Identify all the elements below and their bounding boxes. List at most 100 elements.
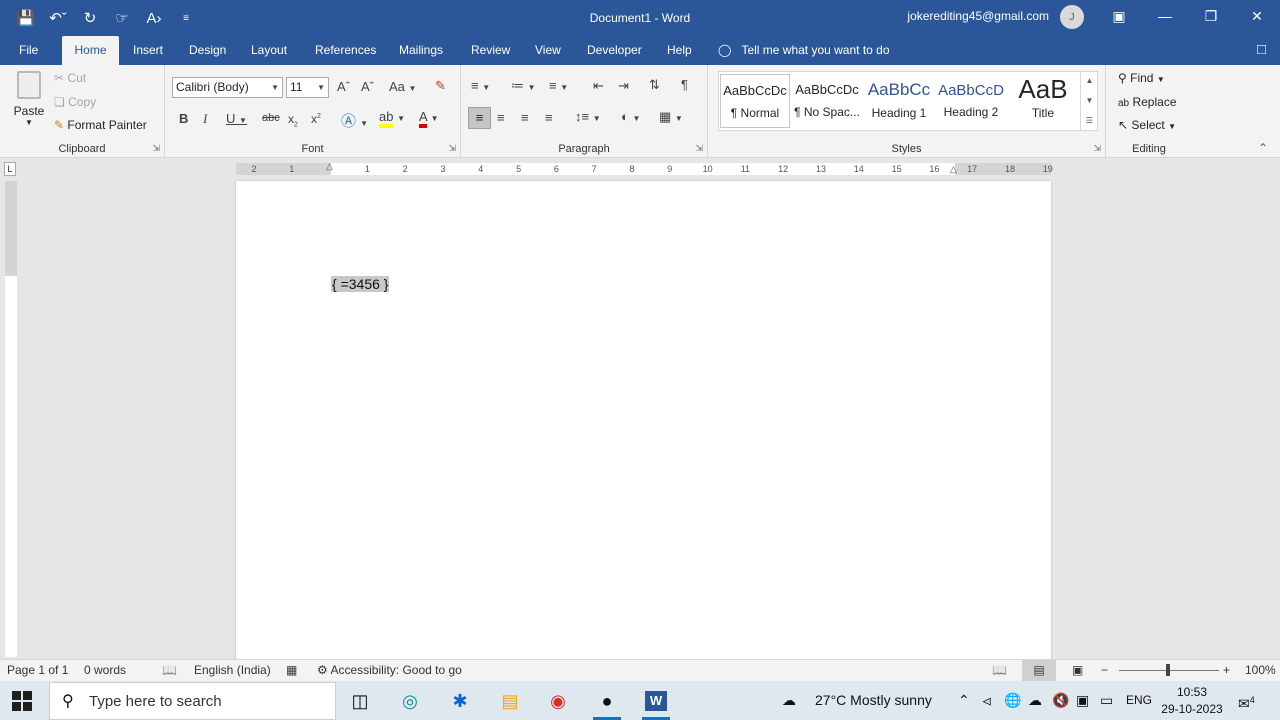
cloud-icon[interactable]: ☁ <box>1028 681 1042 720</box>
minimize-icon[interactable]: — <box>1142 0 1188 32</box>
notifications-icon[interactable]: ✉4 <box>1238 681 1255 720</box>
align-center-icon[interactable]: ≡ <box>497 110 505 125</box>
system-clock[interactable]: 10:53 29-10-2023 <box>1160 684 1224 718</box>
indent-marker-icon[interactable]: △ <box>326 161 333 172</box>
language[interactable]: English (India) <box>194 663 271 677</box>
change-case-button[interactable]: Aa ▼ <box>389 79 416 94</box>
zoom-out-icon[interactable]: − <box>1101 663 1108 677</box>
collapse-ribbon-icon[interactable]: ⌃ <box>1258 141 1268 155</box>
bold-icon[interactable]: B <box>179 111 188 126</box>
avatar[interactable]: J <box>1060 5 1084 29</box>
tab-help[interactable]: Help <box>656 36 703 65</box>
increase-indent-icon[interactable]: ⇥ <box>618 78 629 94</box>
find-button[interactable]: ⚲ Find ▼ <box>1118 71 1165 85</box>
more-styles-icon[interactable]: ☰ <box>1081 111 1098 131</box>
edge-icon[interactable]: ◎ <box>388 685 432 717</box>
borders-icon[interactable]: ▦ ▼ <box>659 109 683 125</box>
read-mode-icon[interactable]: 📖 <box>992 663 1007 677</box>
zoom-slider-thumb[interactable] <box>1166 664 1170 676</box>
volume-muted-icon[interactable]: 🔇 <box>1052 681 1069 720</box>
justify-icon[interactable]: ≡ <box>545 110 553 125</box>
chrome-icon[interactable]: ◉ <box>536 685 580 717</box>
decrease-indent-icon[interactable]: ⇤ <box>593 78 604 94</box>
dialog-launcher-icon[interactable]: ⇲ <box>152 143 160 154</box>
task-view-icon[interactable]: ◫ <box>338 685 382 717</box>
right-indent-marker-icon[interactable]: △ <box>950 164 957 175</box>
media-app-icon[interactable]: ● <box>585 685 629 720</box>
tab-references[interactable]: References <box>304 36 387 65</box>
windows-start-icon[interactable] <box>12 691 32 711</box>
page-count[interactable]: Page 1 of 1 <box>7 663 68 677</box>
sort-icon[interactable]: ⇅ <box>649 77 660 93</box>
style-normal[interactable]: AaBbCcDc ¶ Normal <box>720 74 790 128</box>
tab-layout[interactable]: Layout <box>240 36 298 65</box>
tab-file[interactable]: File <box>8 36 49 65</box>
format-painter-button[interactable]: ✎ Format Painter <box>54 118 147 132</box>
tab-selector[interactable]: L <box>4 162 16 176</box>
zoom-level[interactable]: 100% <box>1245 663 1276 677</box>
weather-icon[interactable]: ☁ <box>782 681 796 720</box>
style-no-spacing[interactable]: AaBbCcDc ¶ No Spac... <box>792 74 862 128</box>
dialog-launcher-icon[interactable]: ⇲ <box>695 143 703 154</box>
strikethrough-icon[interactable]: abc <box>262 112 280 124</box>
scroll-down-icon[interactable]: ▼ <box>1081 91 1098 111</box>
weather-text[interactable]: 27°C Mostly sunny <box>815 681 932 720</box>
file-explorer-icon[interactable]: ▤ <box>488 685 532 717</box>
input-language[interactable]: ENG <box>1126 681 1152 720</box>
word-icon[interactable]: W <box>634 685 678 720</box>
select-button[interactable]: ↖ Select ▼ <box>1118 118 1176 132</box>
tab-insert[interactable]: Insert <box>122 36 174 65</box>
highlight-color-icon[interactable]: ab ▼ <box>379 109 405 128</box>
tab-developer[interactable]: Developer <box>576 36 653 65</box>
bullets-icon[interactable]: ≡ ▼ <box>471 78 490 93</box>
clear-formatting-icon[interactable]: ✎ <box>435 78 446 94</box>
vertical-ruler[interactable] <box>5 181 17 657</box>
style-heading-1[interactable]: AaBbCc Heading 1 <box>864 74 934 128</box>
bluetooth-icon[interactable]: ✱ <box>438 685 482 717</box>
print-layout-icon[interactable]: ▤ <box>1022 660 1056 681</box>
document-page[interactable]: { =3456 } <box>236 181 1051 659</box>
tab-mailings[interactable]: Mailings <box>388 36 454 65</box>
text-effects-icon[interactable]: Ⓐ ▼ <box>341 110 368 131</box>
network-icon[interactable]: 🌐 <box>1004 681 1021 720</box>
show-hidden-icons-icon[interactable]: ⌃ <box>958 681 970 720</box>
line-spacing-icon[interactable]: ↕≡ ▼ <box>575 109 601 124</box>
cut-button[interactable]: ✂ Cut <box>54 71 86 85</box>
copy-button[interactable]: ❏ Copy <box>54 95 96 109</box>
account-email[interactable]: jokerediting45@gmail.com <box>907 9 1049 23</box>
align-right-icon[interactable]: ≡ <box>521 110 529 125</box>
macro-record-icon[interactable]: ▦ <box>286 663 297 677</box>
italic-icon[interactable]: I <box>203 111 207 127</box>
multilevel-list-icon[interactable]: ≡ ▼ <box>549 78 568 93</box>
align-left-button[interactable]: ≡ <box>468 107 491 129</box>
style-title[interactable]: AaB Title <box>1008 74 1078 128</box>
font-size-select[interactable]: 11 ▼ <box>286 77 329 98</box>
comments-icon[interactable]: □ <box>1257 41 1266 58</box>
zoom-in-icon[interactable]: + <box>1223 663 1230 677</box>
microphone-icon[interactable]: ⏿ <box>982 681 992 720</box>
grow-font-icon[interactable]: Aˆ <box>337 79 350 94</box>
tab-home[interactable]: Home <box>62 36 119 65</box>
ribbon-display-options-icon[interactable]: ▣ <box>1096 0 1142 32</box>
word-count[interactable]: 0 words <box>84 663 126 677</box>
web-layout-icon[interactable]: ▣ <box>1072 663 1083 677</box>
scroll-up-icon[interactable]: ▲ <box>1081 71 1098 91</box>
tab-design[interactable]: Design <box>178 36 237 65</box>
dialog-launcher-icon[interactable]: ⇲ <box>448 143 456 154</box>
accessibility-status[interactable]: ⚙ Accessibility: Good to go <box>317 663 462 677</box>
dialog-launcher-icon[interactable]: ⇲ <box>1093 143 1101 154</box>
tell-me-search[interactable]: ◯ Tell me what you want to do <box>718 36 890 65</box>
tab-review[interactable]: Review <box>460 36 521 65</box>
subscript-icon[interactable]: x2 <box>288 112 298 128</box>
font-name-select[interactable]: Calibri (Body) ▼ <box>172 77 283 98</box>
replace-button[interactable]: ab Replace <box>1118 95 1177 109</box>
shading-icon[interactable]: ◐ ▼ <box>621 109 640 124</box>
tab-view[interactable]: View <box>524 36 572 65</box>
superscript-icon[interactable]: x2 <box>311 112 321 126</box>
underline-icon[interactable]: U ▼ <box>226 111 247 126</box>
close-icon[interactable]: ✕ <box>1234 0 1280 32</box>
taskbar-search[interactable]: ⚲ Type here to search <box>49 682 336 720</box>
battery-icon[interactable]: ▭ <box>1100 681 1113 720</box>
numbering-icon[interactable]: ≔ ▼ <box>511 78 536 94</box>
shrink-font-icon[interactable]: Aˇ <box>361 79 374 94</box>
